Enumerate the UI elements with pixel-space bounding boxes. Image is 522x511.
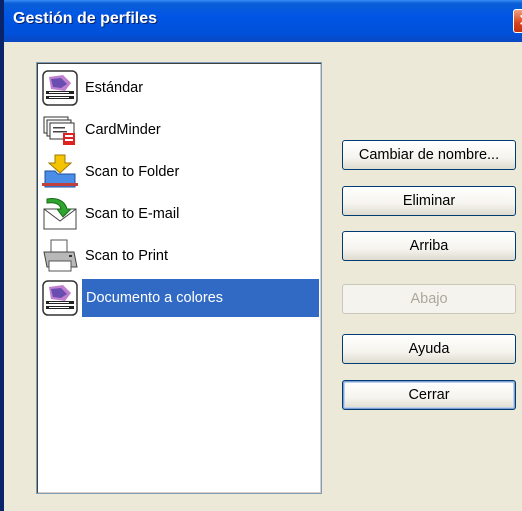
move-up-button[interactable]: Arriba [342, 231, 516, 261]
dialog-body: Estándar CardMinder Scan to Folder Scan … [8, 42, 522, 511]
profile-manager-dialog: Gestión de perfiles ✕ Estándar [0, 0, 522, 511]
list-item-documento-a-colores[interactable]: Documento a colores [41, 279, 319, 317]
delete-button[interactable]: Eliminar [342, 186, 516, 216]
list-item-label: CardMinder [85, 122, 161, 138]
profile-list[interactable]: Estándar CardMinder Scan to Folder Scan … [36, 62, 322, 494]
list-item-label: Scan to Folder [85, 164, 180, 180]
list-item-cardminder[interactable]: CardMinder [41, 111, 319, 149]
scan-to-email-icon [43, 198, 77, 230]
list-item-label: Documento a colores [82, 279, 319, 317]
window-title: Gestión de perfiles [13, 10, 158, 27]
scan-to-print-icon [43, 239, 78, 272]
list-item-scan-to-print[interactable]: Scan to Print [41, 237, 319, 275]
close-window-button[interactable]: ✕ [513, 9, 522, 33]
close-icon: ✕ [518, 11, 522, 30]
scansoft-organizer-icon [42, 280, 78, 316]
list-item-scan-to-email[interactable]: Scan to E-mail [41, 195, 319, 233]
cardminder-icon [43, 116, 75, 145]
list-item-scan-to-folder[interactable]: Scan to Folder [41, 153, 319, 191]
move-down-button: Abajo [342, 284, 516, 314]
close-button[interactable]: Cerrar [342, 380, 516, 410]
scan-to-folder-icon [42, 154, 78, 188]
list-item-label: Scan to Print [85, 248, 169, 264]
scansoft-organizer-icon [42, 70, 78, 106]
help-button[interactable]: Ayuda [342, 334, 516, 364]
list-item-label: Scan to E-mail [85, 206, 180, 222]
list-item-estandar[interactable]: Estándar [41, 69, 319, 107]
title-bar[interactable]: Gestión de perfiles ✕ [4, 0, 522, 42]
rename-button[interactable]: Cambiar de nombre... [342, 140, 516, 170]
list-item-label: Estándar [85, 80, 144, 96]
